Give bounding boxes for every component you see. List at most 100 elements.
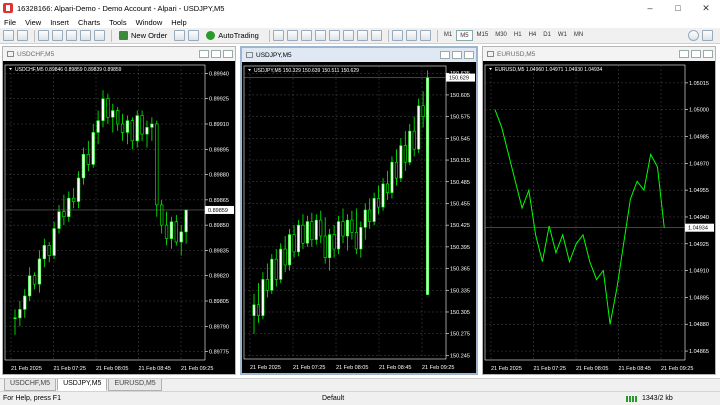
chart-window-titlebar[interactable]: EURUSD,M5: [483, 47, 715, 61]
y-tick-label: 0.89850: [209, 223, 229, 229]
maximize-icon[interactable]: □: [664, 3, 692, 13]
timeframe-d1[interactable]: D1: [540, 30, 554, 41]
candle-body: [150, 123, 154, 128]
x-tick-label: 21 Feb 07:25: [293, 365, 325, 371]
y-tick-label: 0.89925: [209, 97, 229, 103]
scroll-icon[interactable]: [356, 30, 368, 41]
minimize-icon[interactable]: –: [636, 3, 664, 13]
periods-icon[interactable]: [405, 30, 417, 41]
menu-tools[interactable]: Tools: [109, 18, 127, 27]
y-tick-label: 1.04955: [689, 188, 709, 194]
tab-eurusd[interactable]: EURUSD,M5: [108, 379, 162, 391]
candle-body: [52, 228, 56, 256]
maximize-icon[interactable]: [211, 50, 221, 58]
bar-chart-icon[interactable]: [272, 30, 284, 41]
indicators-icon[interactable]: [391, 30, 403, 41]
search-icon[interactable]: [688, 30, 699, 41]
candle-body: [390, 161, 394, 193]
chat-icon[interactable]: [188, 30, 200, 41]
candlestick-icon[interactable]: [286, 30, 298, 41]
candle-body: [101, 98, 105, 121]
chart-window-icon: [487, 51, 494, 57]
candle-body: [412, 130, 416, 150]
candle-body: [359, 227, 363, 250]
zoom-out-icon[interactable]: [328, 30, 340, 41]
templates-icon[interactable]: [419, 30, 431, 41]
autotrading-icon: [206, 31, 216, 40]
maximize-icon[interactable]: [691, 50, 701, 58]
shift-icon[interactable]: [370, 30, 382, 41]
chart-menu-icon: [489, 68, 492, 70]
close-icon[interactable]: [703, 50, 713, 58]
chart-window-usdchf[interactable]: USDCHF,M5 0.89940 0.89925 0.89910 0.89895 0.…: [2, 46, 236, 375]
candle-body: [47, 245, 51, 256]
timeframe-m1[interactable]: M1: [441, 30, 455, 41]
data-window-icon[interactable]: [52, 30, 63, 41]
menu-charts[interactable]: Charts: [78, 18, 100, 27]
profiles-icon[interactable]: [17, 30, 28, 41]
current-price-label: 150.629: [449, 76, 469, 82]
navigator-icon[interactable]: [66, 30, 77, 41]
x-tick-label: 21 Feb 08:05: [336, 365, 368, 371]
tab-usdchf[interactable]: USDCHF,M5: [4, 379, 57, 391]
x-tick-label: 21 Feb 2025: [250, 365, 281, 371]
autotrading-button[interactable]: AutoTrading: [202, 29, 263, 42]
close-icon[interactable]: [223, 50, 233, 58]
community-icon[interactable]: [702, 30, 713, 41]
timeframe-mn[interactable]: MN: [571, 30, 586, 41]
close-icon[interactable]: [464, 51, 474, 59]
menu-file[interactable]: File: [4, 18, 16, 27]
y-tick-label: 150.275: [450, 332, 470, 338]
candle-body: [116, 110, 120, 125]
close-icon[interactable]: ✕: [692, 3, 720, 14]
market-watch-icon[interactable]: [38, 30, 49, 41]
timeframe-h4[interactable]: H4: [526, 30, 540, 41]
tab-usdjpy[interactable]: USDJPY,M5: [57, 379, 108, 391]
toolbar-separator: [34, 29, 35, 42]
price-chart[interactable]: 1.05015 1.05000 1.04985 1.04970 1.04955 1.049…: [483, 61, 715, 374]
timeframe-h1[interactable]: H1: [511, 30, 525, 41]
new-order-button[interactable]: New Order: [115, 29, 171, 42]
price-chart[interactable]: 150.635150.605150.575150.545150.515150.4…: [242, 62, 476, 373]
minimize-icon[interactable]: [679, 50, 689, 58]
menu-help[interactable]: Help: [171, 18, 186, 27]
minimize-icon[interactable]: [440, 51, 450, 59]
timeframe-m5[interactable]: M5: [456, 30, 473, 41]
menu-view[interactable]: View: [25, 18, 41, 27]
x-tick-label: 21 Feb 07:25: [54, 366, 86, 372]
chart-tab-bar: USDCHF,M5 USDJPY,M5 EURUSD,M5: [0, 378, 720, 391]
strategy-tester-icon[interactable]: [94, 30, 105, 41]
price-chart[interactable]: 0.89940 0.89925 0.89910 0.89895 0.89880 0.898…: [3, 61, 235, 374]
timeframe-m30[interactable]: M30: [492, 30, 510, 41]
line-chart-icon[interactable]: [300, 30, 312, 41]
candle-body: [354, 232, 358, 250]
terminal-icon[interactable]: [80, 30, 91, 41]
zoom-in-icon[interactable]: [314, 30, 326, 41]
timeframe-m15[interactable]: M15: [474, 30, 492, 41]
chart-window-titlebar[interactable]: USDCHF,M5: [3, 47, 235, 61]
maximize-icon[interactable]: [452, 51, 462, 59]
candle-body: [174, 221, 178, 243]
y-tick-label: 0.89940: [209, 71, 229, 77]
candle-body: [399, 145, 403, 179]
chart-window-eurusd[interactable]: EURUSD,M5 1.05015 1.05000 1.04985 1.04970 1.…: [482, 46, 716, 375]
candle-body: [37, 258, 42, 285]
minimize-icon[interactable]: [199, 50, 209, 58]
new-chart-icon[interactable]: [3, 30, 14, 41]
chart-info-line: EURUSD,M5 1.04960 1.04971 1.04930 1.0493…: [495, 67, 603, 73]
y-tick-label: 150.545: [450, 136, 470, 142]
window-title: 16328166: Alpari-Demo - Demo Account - A…: [17, 3, 225, 13]
y-tick-label: 1.05000: [689, 108, 709, 114]
menu-window[interactable]: Window: [136, 18, 163, 27]
chart-window-titlebar[interactable]: USDJPY,M5: [242, 48, 476, 62]
candle-body: [28, 275, 32, 297]
chart-window-usdjpy[interactable]: USDJPY,M5 150.635150.605150.575150.54515…: [240, 46, 478, 375]
menu-insert[interactable]: Insert: [50, 18, 69, 27]
candle-body: [296, 224, 301, 253]
candle-body: [341, 221, 345, 237]
y-tick-label: 1.04910: [689, 269, 709, 275]
tile-icon[interactable]: [342, 30, 354, 41]
metaeditor-icon[interactable]: [174, 30, 186, 41]
timeframe-w1[interactable]: W1: [555, 30, 570, 41]
candle-body: [372, 198, 376, 222]
